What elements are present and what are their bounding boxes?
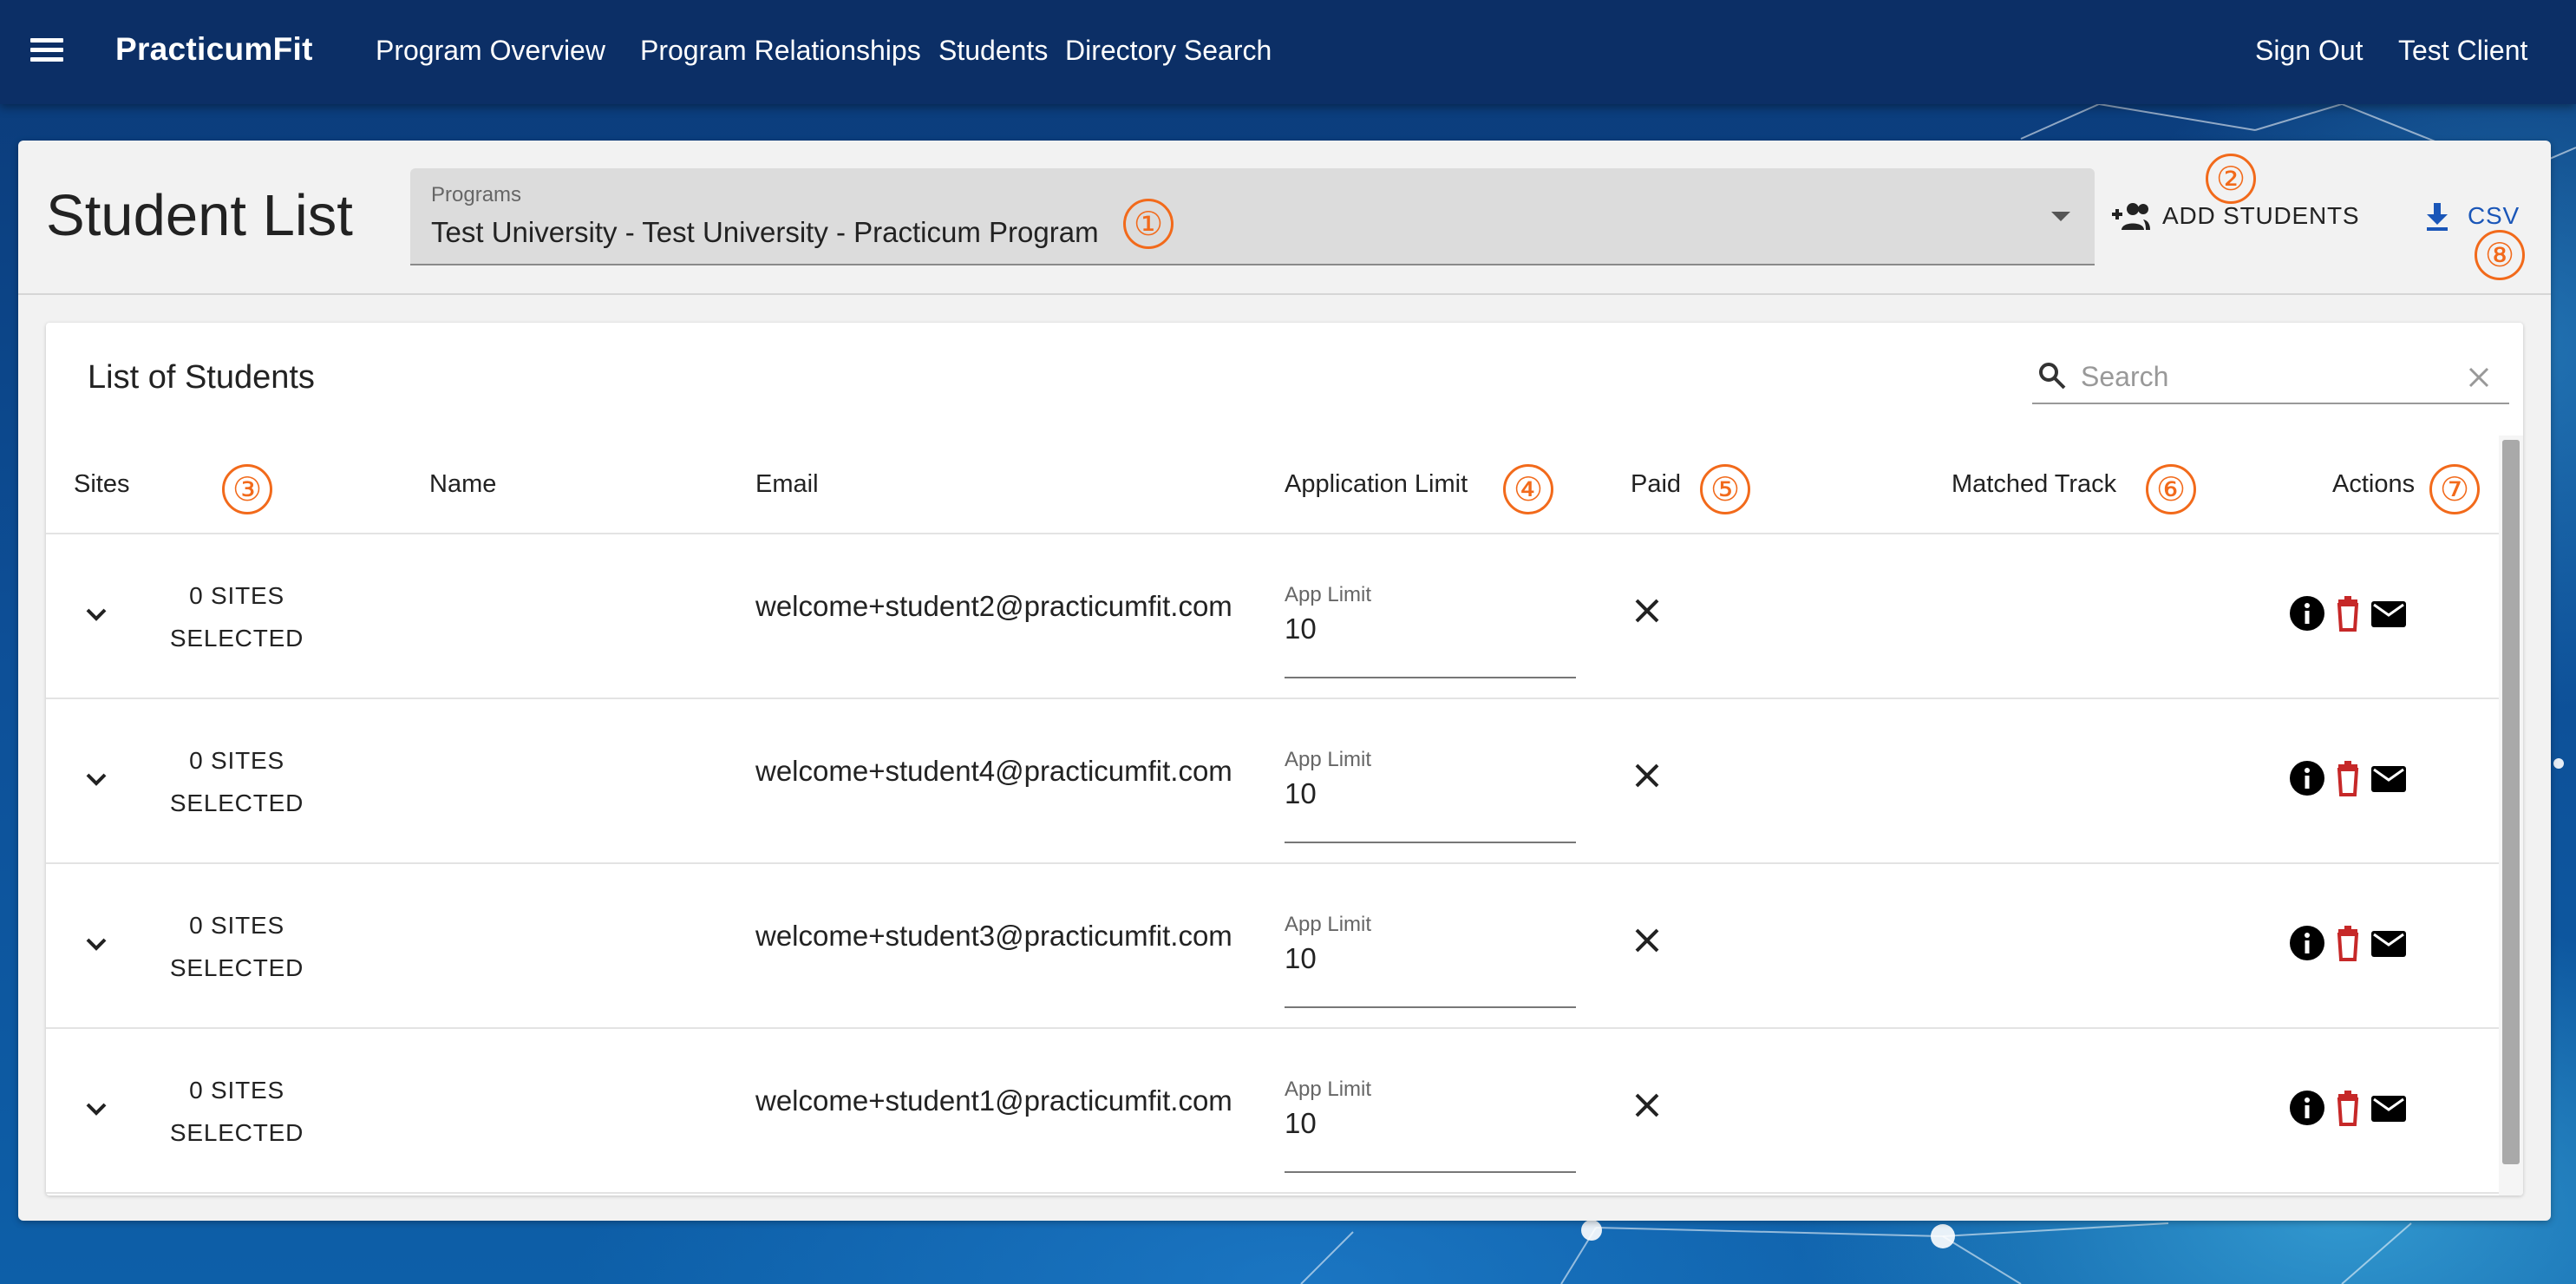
close-icon bbox=[1635, 763, 1659, 788]
annotation-marker-7: ⑦ bbox=[2429, 464, 2480, 514]
app-limit-field: App Limit bbox=[1285, 913, 1576, 1008]
close-icon bbox=[1635, 928, 1659, 953]
sites-selected-label: SELECTED bbox=[169, 625, 304, 652]
app-limit-input[interactable] bbox=[1285, 609, 1571, 649]
trash-icon[interactable] bbox=[2330, 595, 2366, 632]
column-header-matched-track[interactable]: Matched Track bbox=[1952, 470, 2116, 499]
close-icon bbox=[1635, 599, 1659, 623]
trash-icon[interactable] bbox=[2330, 925, 2366, 961]
nav-program-relationships[interactable]: Program Relationships bbox=[640, 35, 921, 67]
sites-selected-button[interactable]: 0 SITES SELECTED bbox=[150, 739, 324, 824]
hamburger-menu-icon[interactable] bbox=[26, 33, 68, 71]
sites-selected-label: SELECTED bbox=[169, 1119, 304, 1146]
search-field bbox=[2032, 350, 2509, 404]
sites-selected-button[interactable]: 0 SITES SELECTED bbox=[150, 574, 324, 659]
programs-label: Programs bbox=[431, 183, 522, 206]
trash-icon[interactable] bbox=[2330, 1090, 2366, 1126]
sites-count: 0 SITES bbox=[189, 582, 284, 609]
chevron-down-icon[interactable] bbox=[84, 770, 108, 788]
column-header-email[interactable]: Email bbox=[755, 470, 819, 499]
column-header-paid[interactable]: Paid bbox=[1631, 470, 1681, 499]
app-limit-field: App Limit bbox=[1285, 1078, 1576, 1173]
app-limit-label: App Limit bbox=[1285, 748, 1372, 771]
csv-label: CSV bbox=[2468, 202, 2520, 229]
nav-students[interactable]: Students bbox=[938, 35, 1048, 67]
mail-icon[interactable] bbox=[2370, 1090, 2407, 1126]
app-limit-label: App Limit bbox=[1285, 913, 1372, 936]
sites-count: 0 SITES bbox=[189, 1077, 284, 1104]
search-icon bbox=[2039, 363, 2066, 390]
table-row: 0 SITES SELECTED welcome+student3@practic… bbox=[46, 864, 2499, 1029]
info-icon[interactable] bbox=[2289, 595, 2325, 632]
sign-out-link[interactable]: Sign Out bbox=[2255, 35, 2364, 67]
column-header-actions: Actions bbox=[2332, 470, 2416, 498]
chevron-down-icon[interactable] bbox=[84, 935, 108, 953]
sites-selected-button[interactable]: 0 SITES SELECTED bbox=[150, 1069, 324, 1154]
search-input[interactable] bbox=[2081, 357, 2445, 396]
app-limit-input[interactable] bbox=[1285, 1104, 1571, 1143]
top-app-bar: PracticumFit Program Overview Program Re… bbox=[0, 0, 2576, 104]
table-row: 0 SITES SELECTED welcome+student4@practic… bbox=[46, 699, 2499, 864]
annotation-marker-6: ⑥ bbox=[2146, 464, 2196, 514]
annotation-marker-1: ① bbox=[1123, 199, 1174, 249]
programs-value: Test University - Test University - Prac… bbox=[431, 216, 1099, 248]
annotation-marker-3: ③ bbox=[222, 464, 272, 514]
chevron-down-icon[interactable] bbox=[84, 1100, 108, 1117]
app-limit-input[interactable] bbox=[1285, 774, 1571, 814]
trash-icon[interactable] bbox=[2330, 760, 2366, 796]
annotation-marker-2: ② bbox=[2206, 154, 2256, 204]
table-row: 0 SITES SELECTED welcome+student2@practic… bbox=[46, 534, 2499, 699]
page-title: Student List bbox=[46, 183, 353, 248]
scrollbar-thumb[interactable] bbox=[2502, 440, 2520, 1164]
download-icon bbox=[2427, 203, 2448, 231]
group-add-icon bbox=[2112, 203, 2150, 230]
sites-selected-label: SELECTED bbox=[169, 789, 304, 816]
column-header-name[interactable]: Name bbox=[429, 470, 496, 499]
brand-logo[interactable]: PracticumFit bbox=[115, 31, 313, 68]
sites-count: 0 SITES bbox=[189, 912, 284, 939]
students-table-card: List of Students Sites Name Email Applic… bbox=[46, 323, 2523, 1196]
annotation-marker-4: ④ bbox=[1503, 464, 1553, 514]
programs-select[interactable]: Programs Test University - Test Universi… bbox=[410, 168, 2095, 265]
app-limit-label: App Limit bbox=[1285, 583, 1372, 606]
student-email: welcome+student1@practicumfit.com bbox=[755, 1084, 1232, 1117]
sites-count: 0 SITES bbox=[189, 747, 284, 774]
column-header-application-limit[interactable]: Application Limit bbox=[1285, 470, 1468, 499]
user-menu[interactable]: Test Client bbox=[2398, 35, 2527, 67]
info-icon[interactable] bbox=[2289, 760, 2325, 796]
app-limit-label: App Limit bbox=[1285, 1078, 1372, 1101]
student-email: welcome+student4@practicumfit.com bbox=[755, 755, 1232, 787]
sites-selected-label: SELECTED bbox=[169, 954, 304, 981]
mail-icon[interactable] bbox=[2370, 595, 2407, 632]
mail-icon[interactable] bbox=[2370, 925, 2407, 961]
info-icon[interactable] bbox=[2289, 925, 2325, 961]
table-row: 0 SITES SELECTED welcome+student1@practic… bbox=[46, 1029, 2499, 1194]
info-icon[interactable] bbox=[2289, 1090, 2325, 1126]
student-list-card: Student List Programs Test University - … bbox=[18, 141, 2551, 1221]
annotation-marker-8: ⑧ bbox=[2475, 230, 2525, 280]
chevron-down-icon[interactable] bbox=[84, 606, 108, 623]
app-limit-field: App Limit bbox=[1285, 583, 1576, 678]
close-icon[interactable] bbox=[2468, 366, 2490, 389]
annotation-marker-5: ⑤ bbox=[1700, 464, 1750, 514]
sites-selected-button[interactable]: 0 SITES SELECTED bbox=[150, 904, 324, 989]
column-header-sites[interactable]: Sites bbox=[74, 470, 129, 499]
divider bbox=[18, 293, 2551, 295]
list-title: List of Students bbox=[88, 359, 315, 396]
add-students-label: ADD STUDENTS bbox=[2162, 202, 2360, 229]
close-icon bbox=[1635, 1093, 1659, 1117]
dropdown-arrow-icon bbox=[2051, 212, 2070, 221]
nav-directory-search[interactable]: Directory Search bbox=[1065, 35, 1272, 67]
student-email: welcome+student2@practicumfit.com bbox=[755, 590, 1232, 622]
app-limit-field: App Limit bbox=[1285, 748, 1576, 843]
app-limit-input[interactable] bbox=[1285, 939, 1571, 979]
student-email: welcome+student3@practicumfit.com bbox=[755, 920, 1232, 952]
mail-icon[interactable] bbox=[2370, 760, 2407, 796]
nav-program-overview[interactable]: Program Overview bbox=[376, 35, 605, 67]
